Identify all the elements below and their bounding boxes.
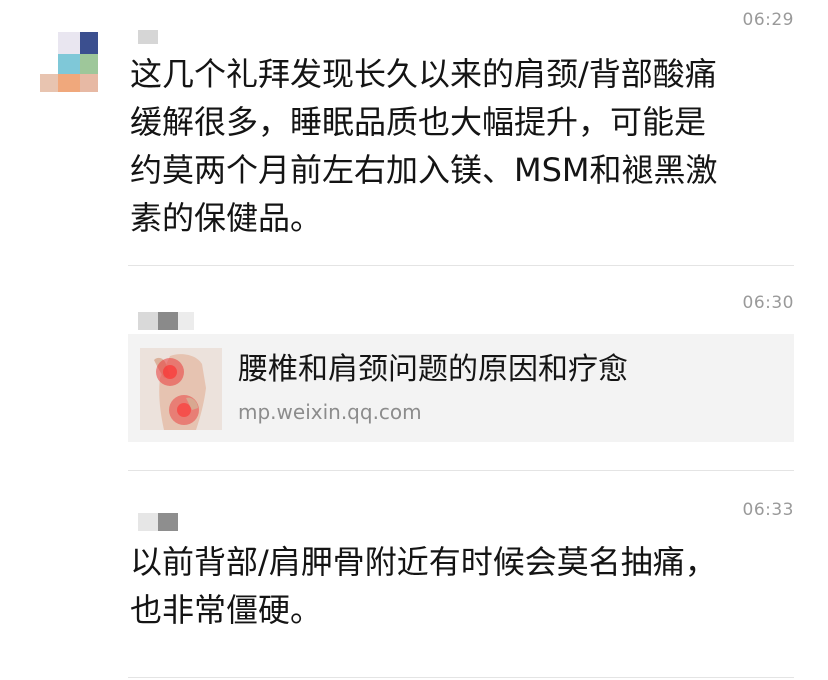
divider: [128, 265, 794, 266]
post-text: 这几个礼拜发现长久以来的肩颈/背部酸痛 缓解很多，睡眠品质也大幅提升，可能是 约…: [130, 55, 718, 237]
post-timestamp: 06:29: [742, 10, 794, 30]
link-source: mp.weixin.qq.com: [238, 400, 422, 424]
post-timestamp: 06:33: [742, 500, 794, 520]
shared-link-card[interactable]: 腰椎和肩颈问题的原因和疗愈 mp.weixin.qq.com: [128, 334, 794, 442]
avatar[interactable]: [40, 12, 98, 92]
post-text: 以前背部/肩胛骨附近有时候会莫名抽痛， 也非常僵硬。: [130, 543, 717, 629]
link-title: 腰椎和肩颈问题的原因和疗愈: [238, 352, 628, 387]
post-timestamp: 06:30: [742, 293, 794, 313]
back-pain-thumbnail: [140, 348, 222, 430]
divider: [128, 470, 794, 471]
divider: [128, 677, 794, 678]
